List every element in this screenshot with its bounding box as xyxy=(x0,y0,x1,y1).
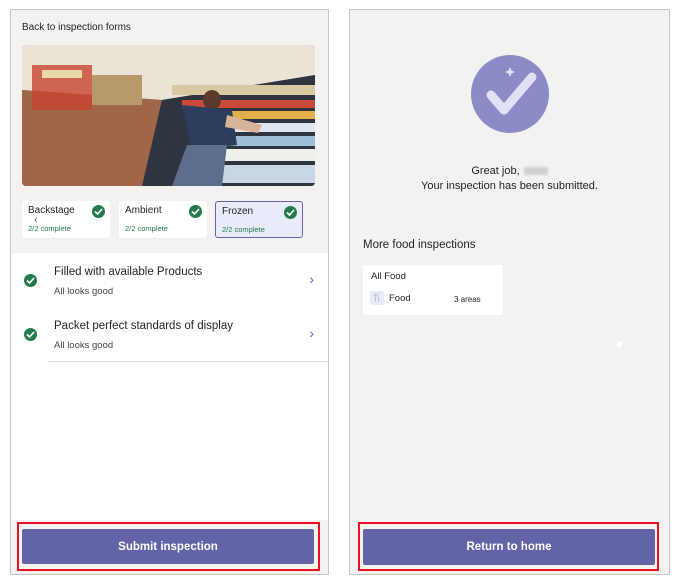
area-tab-frozen[interactable]: Frozen 2/2 complete xyxy=(215,201,303,238)
area-status: 2/2 complete xyxy=(222,225,265,234)
item-title: Packet perfect standards of display xyxy=(54,320,233,332)
greeting-text: Great job, xyxy=(471,165,520,177)
area-tab-ambient[interactable]: Ambient 2/2 complete xyxy=(119,201,207,238)
submitted-message: Your inspection has been submitted. xyxy=(421,180,598,192)
item-status: All looks good xyxy=(54,286,114,297)
form-header-area: Back to inspection forms Backstage 2/2 c… xyxy=(11,10,328,253)
inspection-form-panel: Back to inspection forms Backstage 2/2 c… xyxy=(10,9,329,575)
decorative-dot xyxy=(617,342,622,347)
chevron-left-icon[interactable]: ‹ xyxy=(34,214,38,226)
area-name: Ambient xyxy=(125,205,162,216)
item-title: Filled with available Products xyxy=(54,266,203,278)
form-card-area-count: 3 areas xyxy=(454,295,481,304)
list-item[interactable]: Filled with available Products All looks… xyxy=(11,253,328,308)
check-circle-icon xyxy=(189,205,202,218)
check-circle-icon xyxy=(24,328,37,341)
area-status: 2/2 complete xyxy=(125,224,168,233)
more-inspections-heading: More food inspections xyxy=(363,239,476,251)
chevron-right-icon: › xyxy=(309,271,314,287)
area-name: Frozen xyxy=(222,206,254,217)
checkmark-badge-icon xyxy=(471,55,549,133)
return-to-home-button[interactable]: Return to home xyxy=(363,529,655,565)
chevron-right-icon: › xyxy=(309,325,314,341)
submit-inspection-button[interactable]: Submit inspection xyxy=(22,529,314,564)
check-circle-icon xyxy=(24,274,37,287)
form-card-title: All Food xyxy=(371,271,406,282)
divider xyxy=(48,361,328,362)
check-circle-icon xyxy=(284,206,297,219)
greeting-message: Great job, xyxy=(350,165,669,177)
inspection-form-card[interactable]: All Food 🍴 Food 3 areas xyxy=(363,265,503,315)
utensils-icon: 🍴 xyxy=(370,291,384,305)
item-status: All looks good xyxy=(54,340,114,351)
form-card-area-label: Food xyxy=(389,293,411,304)
store-aisle-photo xyxy=(22,45,315,186)
list-item[interactable]: Packet perfect standards of display All … xyxy=(11,307,328,362)
confirmation-panel: Great job, Your inspection has been subm… xyxy=(349,9,670,575)
redacted-name xyxy=(523,167,548,176)
check-circle-icon xyxy=(92,205,105,218)
back-to-forms-link[interactable]: Back to inspection forms xyxy=(22,22,131,33)
